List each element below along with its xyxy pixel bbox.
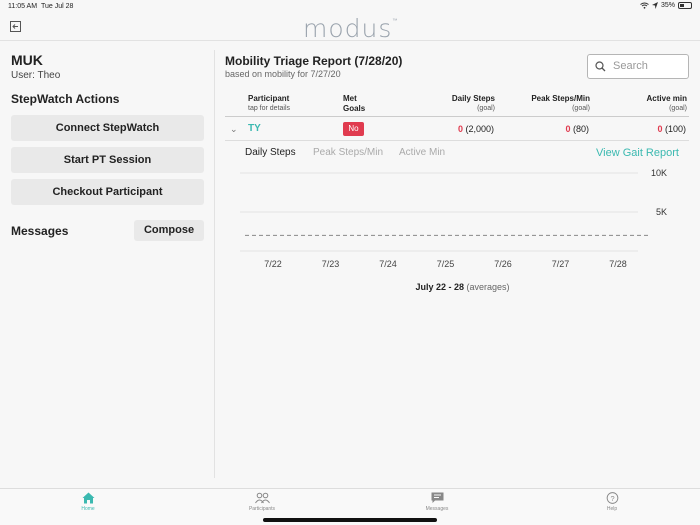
tab-help[interactable]: ? Help bbox=[582, 492, 642, 512]
battery-icon bbox=[678, 2, 692, 9]
report-panel: Mobility Triage Report (7/28/20) based o… bbox=[215, 42, 700, 478]
home-icon bbox=[82, 492, 94, 504]
tab-home-label: Home bbox=[81, 506, 95, 512]
svg-text:?: ? bbox=[610, 494, 614, 503]
view-gait-report-link[interactable]: View Gait Report bbox=[596, 147, 679, 159]
peak-steps-value: 0 bbox=[565, 124, 571, 134]
top-bar: modus™ bbox=[0, 14, 700, 43]
tab-participants[interactable]: Participants bbox=[232, 492, 292, 512]
message-icon bbox=[431, 492, 443, 503]
connect-stepwatch-button[interactable]: Connect StepWatch bbox=[11, 115, 204, 141]
home-indicator bbox=[263, 518, 437, 522]
participant-id[interactable]: TY bbox=[248, 123, 261, 134]
col-daily-steps-label: Daily Steps bbox=[451, 94, 495, 103]
active-min-value: 0 bbox=[657, 124, 663, 134]
tab-messages[interactable]: Messages bbox=[407, 492, 467, 512]
tab-help-label: Help bbox=[606, 506, 618, 512]
col-daily-steps[interactable]: Daily Steps (goal) bbox=[452, 94, 495, 114]
report-subtitle: based on mobility for 7/27/20 bbox=[225, 69, 341, 79]
col-active-sub: (goal) bbox=[669, 105, 687, 112]
x-tick-label: 7/23 bbox=[322, 259, 340, 269]
col-participant[interactable]: Participant tap for details bbox=[248, 94, 290, 114]
logo-text: modus bbox=[303, 14, 393, 43]
table-row[interactable]: ⌄ TY No 0 (2,000) 0 (80) 0 (100) bbox=[225, 117, 689, 141]
start-pt-session-button[interactable]: Start PT Session bbox=[11, 147, 204, 173]
col-peak-steps[interactable]: Peak Steps/Min (goal) bbox=[531, 94, 590, 114]
search-input[interactable] bbox=[613, 60, 685, 72]
y-tick-label: 10K bbox=[651, 168, 667, 178]
x-tick-label: 7/27 bbox=[552, 259, 570, 269]
col-active-label: Active min bbox=[646, 94, 687, 103]
x-tick-label: 7/25 bbox=[437, 259, 455, 269]
chevron-down-icon[interactable]: ⌄ bbox=[230, 124, 238, 135]
help-icon: ? bbox=[606, 492, 618, 504]
col-peak-sub: (goal) bbox=[572, 105, 590, 112]
tab-active-min[interactable]: Active Min bbox=[399, 147, 445, 158]
col-participant-sub: tap for details bbox=[248, 105, 291, 112]
status-date: Tue Jul 28 bbox=[41, 3, 74, 10]
x-tick-label: 7/26 bbox=[494, 259, 512, 269]
participants-icon bbox=[254, 492, 270, 504]
col-peak-label: Peak Steps/Min bbox=[531, 94, 590, 103]
checkout-participant-button[interactable]: Checkout Participant bbox=[11, 179, 204, 205]
peak-steps-goal: (80) bbox=[572, 124, 589, 134]
battery-percent: 35% bbox=[660, 2, 675, 9]
daily-steps-value: 0 bbox=[457, 124, 463, 134]
org-name: MUK bbox=[11, 52, 43, 68]
active-min-cell: 0 (100) bbox=[657, 124, 686, 134]
tab-messages-label: Messages bbox=[425, 506, 449, 512]
daily-steps-cell: 0 (2,000) bbox=[458, 124, 494, 134]
search-icon bbox=[595, 61, 606, 72]
bottom-tab-bar: Home Participants Messages ? Help bbox=[0, 488, 700, 525]
sidebar: MUK User: Theo StepWatch Actions Connect… bbox=[0, 42, 214, 478]
col-met-label: Met bbox=[343, 94, 357, 103]
logo-trademark: ™ bbox=[392, 18, 399, 24]
met-goals-badge: No bbox=[343, 122, 364, 136]
messages-title: Messages bbox=[11, 224, 69, 238]
date-range-label: July 22 - 28 bbox=[415, 282, 464, 292]
daily-steps-goal: (2,000) bbox=[465, 124, 494, 134]
stepwatch-actions-title: StepWatch Actions bbox=[11, 92, 120, 106]
col-daily-steps-sub: (goal) bbox=[477, 105, 495, 112]
y-tick-label: 5K bbox=[656, 207, 667, 217]
tab-home[interactable]: Home bbox=[58, 492, 118, 512]
daily-steps-chart: 10K 5K 7/22 7/23 7/24 7/25 7/26 7/27 7/28 bbox=[240, 168, 667, 269]
date-range-suffix: (averages) bbox=[466, 282, 510, 292]
status-right: 35% bbox=[640, 2, 692, 9]
report-title: Mobility Triage Report (7/28/20) bbox=[225, 54, 403, 68]
tab-daily-steps[interactable]: Daily Steps bbox=[245, 147, 296, 158]
user-label: User: Theo bbox=[11, 70, 61, 81]
date-range: July 22 - 28 (averages) bbox=[215, 282, 700, 292]
peak-steps-cell: 0 (80) bbox=[565, 124, 589, 134]
active-min-goal: (100) bbox=[664, 124, 686, 134]
x-tick-label: 7/24 bbox=[379, 259, 397, 269]
col-participant-label: Participant bbox=[248, 94, 290, 103]
wifi-icon bbox=[640, 2, 649, 9]
status-time: 11:05 AM bbox=[8, 3, 38, 10]
col-met-goals[interactable]: Met Goals bbox=[343, 94, 365, 114]
status-bar: 11:05 AM Tue Jul 28 35% bbox=[0, 0, 700, 14]
x-tick-label: 7/22 bbox=[264, 259, 282, 269]
x-tick-label: 7/28 bbox=[609, 259, 627, 269]
location-icon bbox=[651, 2, 658, 9]
search-box[interactable] bbox=[587, 54, 689, 79]
col-active-min[interactable]: Active min (goal) bbox=[647, 94, 687, 114]
tab-peak-steps[interactable]: Peak Steps/Min bbox=[313, 147, 383, 158]
modus-logo: modus™ bbox=[303, 14, 398, 43]
compose-button[interactable]: Compose bbox=[134, 220, 204, 241]
col-goals-label: Goals bbox=[343, 104, 366, 113]
tab-participants-label: Participants bbox=[248, 506, 276, 512]
exit-icon[interactable] bbox=[10, 21, 21, 32]
